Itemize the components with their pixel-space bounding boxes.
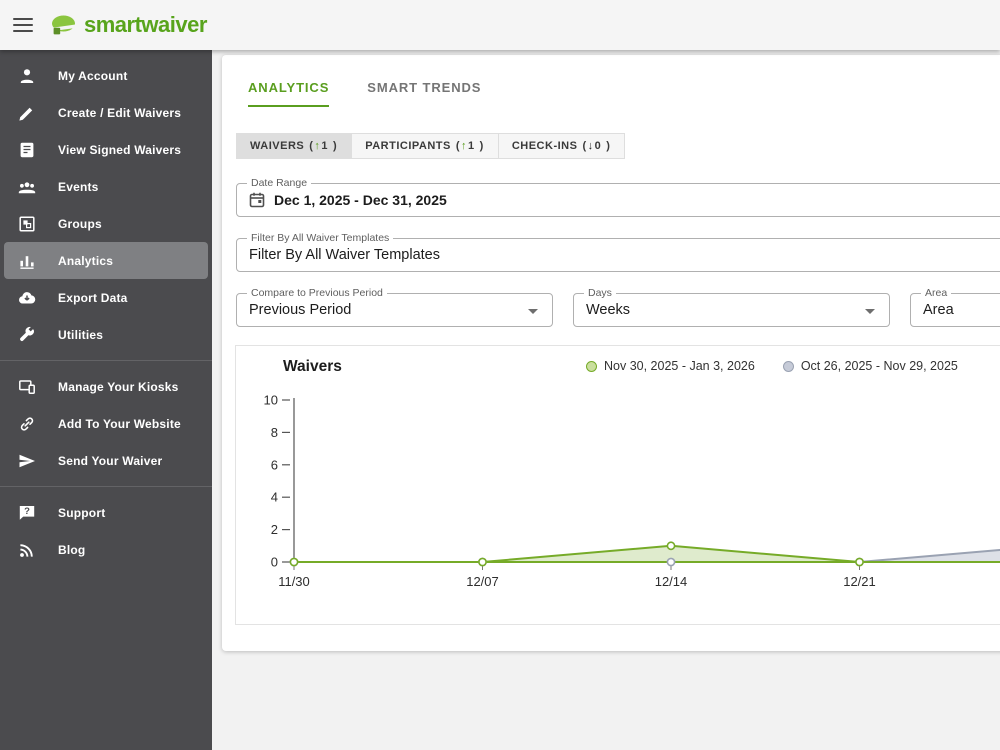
chevron-down-icon [865, 309, 875, 314]
main-tabs: ANALYTICS SMART TRENDS [248, 80, 481, 107]
sidebar-item-blog[interactable]: Blog [0, 531, 212, 568]
legend-dot-icon [782, 360, 794, 372]
smartwaiver-logo[interactable]: smartwaiver [49, 12, 207, 38]
sidebar-item-support[interactable]: ? Support [0, 494, 212, 531]
sidebar-item-create-edit-waivers[interactable]: Create / Edit Waivers [0, 94, 212, 131]
svg-text:?: ? [24, 506, 30, 517]
sidebar-item-view-signed-waivers[interactable]: View Signed Waivers [0, 131, 212, 168]
subtab-participants[interactable]: PARTICIPANTS ( ↑ 1 ) [352, 133, 499, 159]
sidebar-item-send-your-waiver[interactable]: Send Your Waiver [0, 442, 212, 479]
subtab-check-ins[interactable]: CHECK-INS ( ↓ 0 ) [498, 133, 626, 159]
kiosk-devices-icon [17, 377, 37, 397]
metric-subtabs: WAIVERS ( ↑ 1 ) PARTICIPANTS ( ↑ 1 ) CHE… [236, 133, 626, 159]
svg-text:0: 0 [271, 555, 278, 570]
date-range-field[interactable]: Date Range Dec 1, 2025 - Dec 31, 2025 [236, 177, 1000, 217]
sidebar-divider [0, 486, 212, 487]
people-icon [17, 177, 37, 197]
sidebar-item-analytics[interactable]: Analytics [4, 242, 208, 279]
svg-text:4: 4 [271, 490, 278, 505]
sidebar-item-my-account[interactable]: My Account [0, 57, 212, 94]
up-arrow-icon: ↑ [461, 140, 468, 152]
legend-item-previous-period[interactable]: Oct 26, 2025 - Nov 29, 2025 [782, 359, 958, 373]
sidebar-divider [0, 360, 212, 361]
svg-text:6: 6 [271, 457, 278, 472]
analytics-panel: ANALYTICS SMART TRENDS WAIVERS ( ↑ 1 ) P… [222, 55, 1000, 651]
interval-select[interactable]: Days Weeks [573, 287, 890, 327]
svg-text:2: 2 [271, 522, 278, 537]
sidebar-nav: My Account Create / Edit Waivers View Si… [0, 50, 212, 750]
svg-text:12/14: 12/14 [655, 574, 688, 589]
cloud-download-icon [17, 288, 37, 308]
person-icon [17, 66, 37, 86]
chevron-down-icon [528, 309, 538, 314]
sidebar-item-export-data[interactable]: Export Data [0, 279, 212, 316]
sidebar-item-events[interactable]: Events [0, 168, 212, 205]
link-icon [17, 414, 37, 434]
tab-smart-trends[interactable]: SMART TRENDS [367, 80, 481, 107]
waivers-chart-container: Waivers Nov 30, 2025 - Jan 3, 2026 Oct 2… [235, 345, 1000, 625]
help-bubble-icon: ? [17, 503, 37, 523]
subtab-waivers[interactable]: WAIVERS ( ↑ 1 ) [236, 133, 353, 159]
groups-icon [17, 214, 37, 234]
hamburger-menu-icon[interactable] [13, 18, 33, 32]
svg-text:10: 10 [264, 393, 278, 408]
waiver-template-filter-field[interactable]: Filter By All Waiver Templates Filter By… [236, 232, 1000, 272]
sidebar-item-manage-your-kiosks[interactable]: Manage Your Kiosks [0, 368, 212, 405]
sidebar-item-add-to-your-website[interactable]: Add To Your Website [0, 405, 212, 442]
tab-analytics[interactable]: ANALYTICS [248, 80, 330, 107]
bar-chart-icon [17, 251, 37, 271]
waivers-area-chart: 11/3012/0712/1412/2112/280246810 [264, 393, 1000, 589]
svg-text:11/30: 11/30 [278, 574, 310, 589]
area-select[interactable]: Area Area [910, 287, 1000, 327]
sidebar-item-groups[interactable]: Groups [0, 205, 212, 242]
top-app-bar: smartwaiver [0, 0, 1000, 50]
up-arrow-icon: ↑ [314, 140, 321, 152]
compare-period-select[interactable]: Compare to Previous Period Previous Peri… [236, 287, 553, 327]
send-icon [17, 451, 37, 471]
chart-title: Waivers [283, 358, 342, 375]
down-arrow-icon: ↓ [587, 140, 594, 152]
legend-item-current-period[interactable]: Nov 30, 2025 - Jan 3, 2026 [586, 359, 755, 373]
svg-text:8: 8 [271, 425, 278, 440]
brand-name: smartwaiver [84, 12, 207, 37]
smartwaiver-logo-icon [49, 14, 78, 36]
chart-legend: Nov 30, 2025 - Jan 3, 2026 Oct 26, 2025 … [586, 359, 958, 373]
svg-text:12/21: 12/21 [843, 574, 876, 589]
calendar-icon [248, 191, 266, 209]
document-check-icon [17, 140, 37, 160]
pencil-icon [17, 103, 37, 123]
legend-dot-icon [586, 360, 597, 372]
wrench-icon [17, 325, 37, 345]
svg-text:12/07: 12/07 [466, 574, 499, 589]
sidebar-item-utilities[interactable]: Utilities [0, 316, 212, 353]
rss-icon [17, 540, 37, 560]
